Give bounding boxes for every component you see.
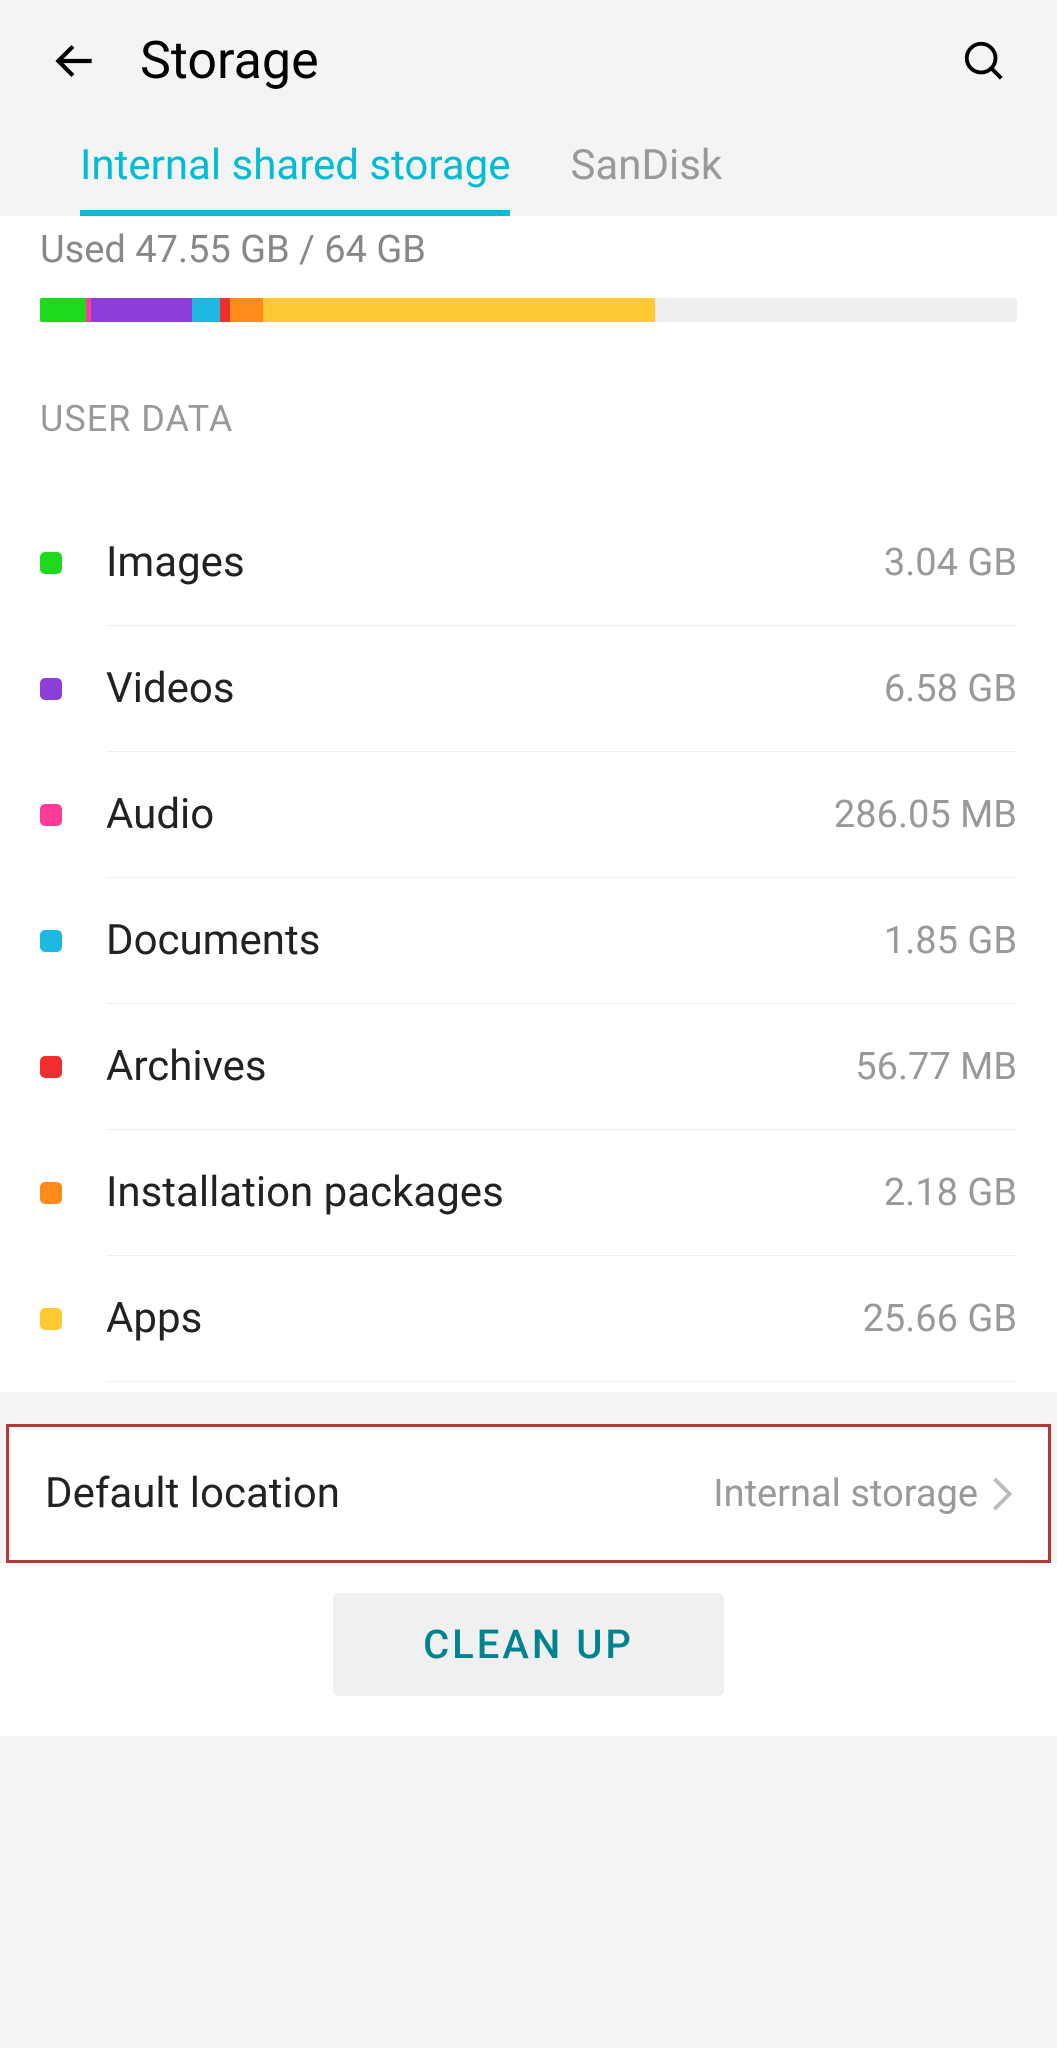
bar-segment: [91, 298, 191, 322]
category-row[interactable]: Audio286.05 MB: [40, 752, 1017, 877]
color-dot: [40, 552, 62, 574]
cleanup-area: CLEAN UP: [0, 1563, 1057, 1736]
category-size: 25.66 GB: [863, 1297, 1017, 1341]
category-size: 286.05 MB: [834, 793, 1017, 837]
category-row[interactable]: Installation packages2.18 GB: [40, 1130, 1017, 1255]
color-dot: [40, 1056, 62, 1078]
category-size: 3.04 GB: [884, 541, 1017, 585]
category-name: Archives: [106, 1042, 855, 1091]
color-dot: [40, 678, 62, 700]
category-row[interactable]: Documents1.85 GB: [40, 878, 1017, 1003]
bar-segment: [220, 298, 230, 322]
usage-text: Used 47.55 GB / 64 GB: [40, 216, 1017, 298]
bar-segment: [230, 298, 263, 322]
chevron-right-icon: [992, 1477, 1012, 1511]
page-title: Storage: [140, 30, 921, 91]
header: Storage Internal shared storage SanDisk: [0, 0, 1057, 216]
bar-segment: [192, 298, 220, 322]
category-size: 2.18 GB: [884, 1171, 1017, 1215]
bar-segment: [40, 298, 86, 322]
category-name: Documents: [106, 916, 884, 965]
category-name: Images: [106, 538, 884, 587]
category-size: 1.85 GB: [884, 919, 1017, 963]
default-location-row[interactable]: Default location Internal storage: [6, 1424, 1051, 1563]
default-location-label: Default location: [45, 1469, 713, 1518]
color-dot: [40, 1182, 62, 1204]
default-location-value: Internal storage: [713, 1472, 978, 1516]
category-size: 6.58 GB: [884, 667, 1017, 711]
content: Used 47.55 GB / 64 GB USER DATA Images3.…: [0, 216, 1057, 1392]
tab-internal-storage[interactable]: Internal shared storage: [80, 141, 510, 216]
color-dot: [40, 1308, 62, 1330]
category-name: Videos: [106, 664, 884, 713]
category-name: Apps: [106, 1294, 863, 1343]
category-row[interactable]: Apps25.66 GB: [40, 1256, 1017, 1381]
tab-sandisk[interactable]: SanDisk: [570, 141, 722, 216]
storage-bar: [40, 298, 1017, 322]
row-divider: [106, 1381, 1017, 1382]
header-top: Storage: [50, 30, 1007, 141]
tabs: Internal shared storage SanDisk: [50, 141, 1007, 216]
color-dot: [40, 930, 62, 952]
section-header-user-data: USER DATA: [40, 398, 1017, 500]
category-name: Audio: [106, 790, 834, 839]
back-arrow-icon[interactable]: [50, 36, 100, 86]
cleanup-button[interactable]: CLEAN UP: [333, 1593, 724, 1696]
category-row[interactable]: Images3.04 GB: [40, 500, 1017, 625]
category-row[interactable]: Archives56.77 MB: [40, 1004, 1017, 1129]
divider: [0, 1392, 1057, 1424]
color-dot: [40, 804, 62, 826]
categories-list: Images3.04 GBVideos6.58 GBAudio286.05 MB…: [40, 500, 1017, 1392]
category-name: Installation packages: [106, 1168, 884, 1217]
category-row[interactable]: Videos6.58 GB: [40, 626, 1017, 751]
category-size: 56.77 MB: [855, 1045, 1017, 1089]
bar-segment: [263, 298, 655, 322]
search-icon[interactable]: [961, 38, 1007, 84]
